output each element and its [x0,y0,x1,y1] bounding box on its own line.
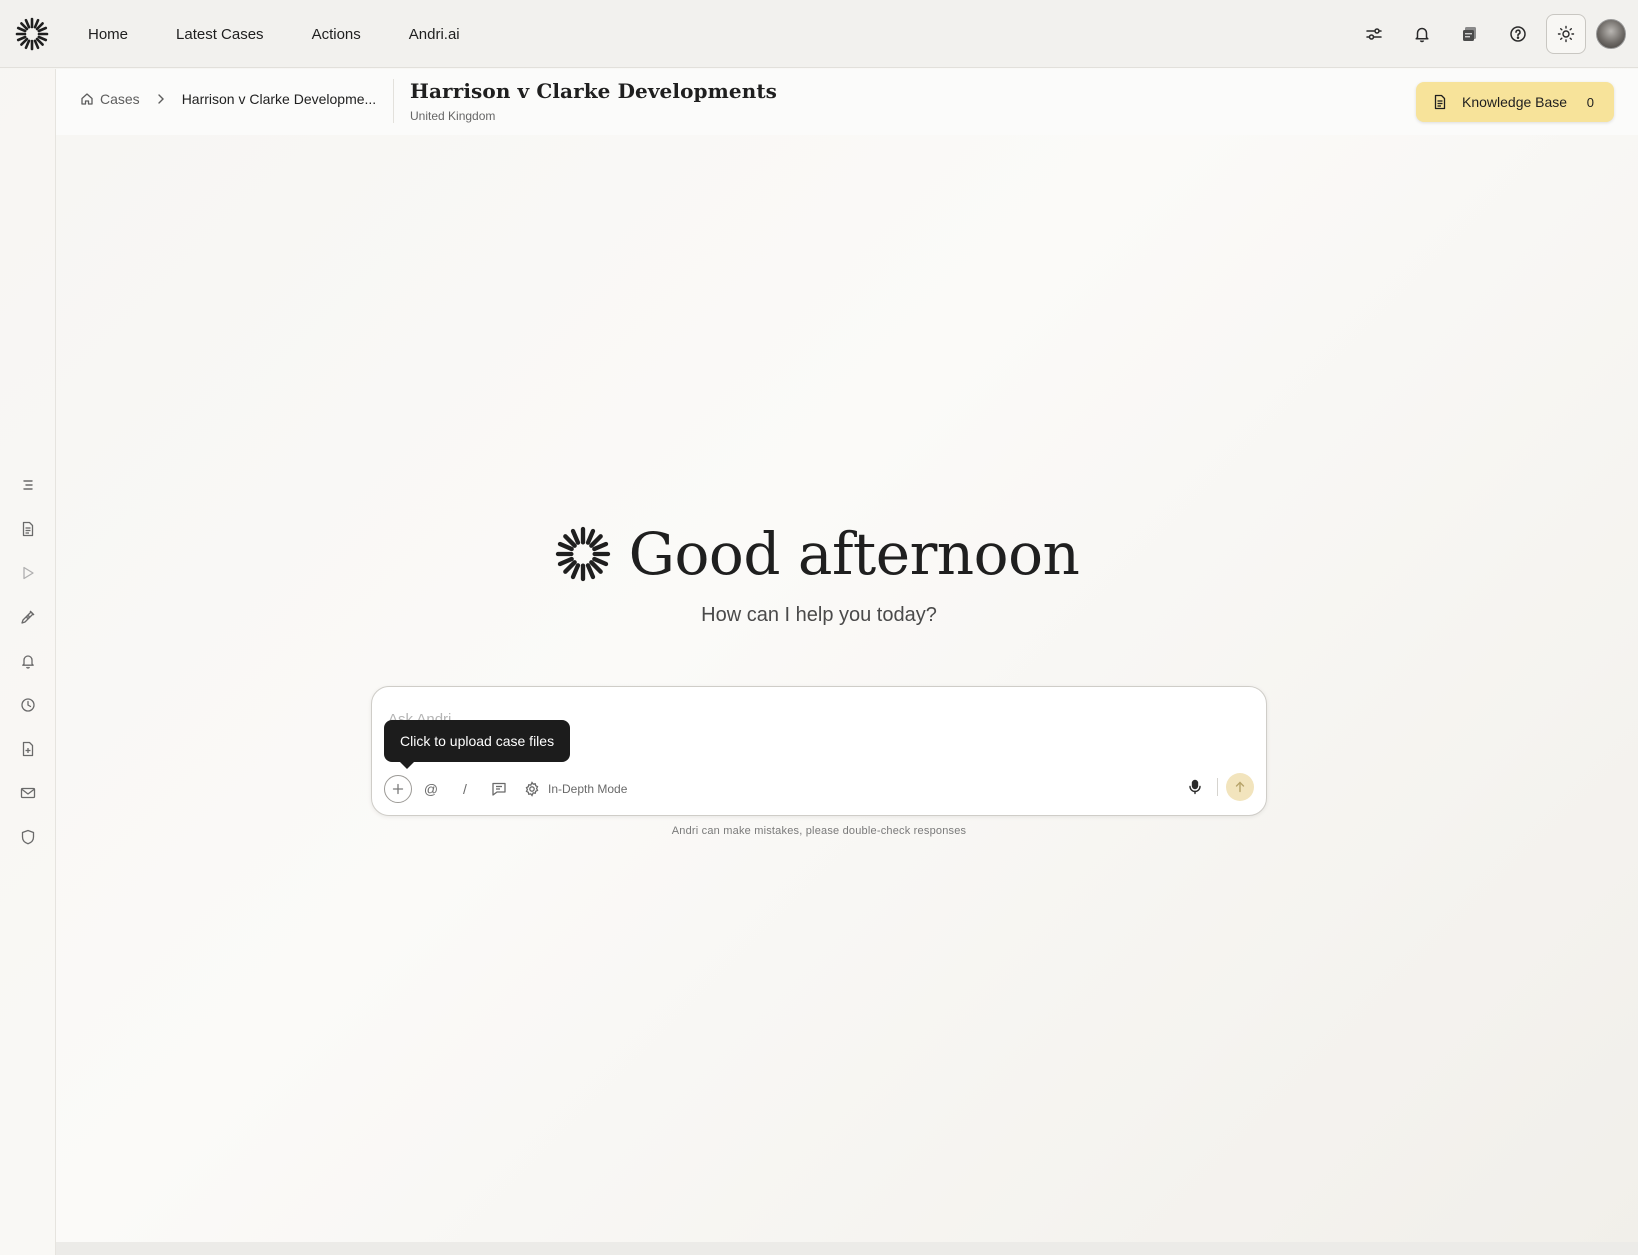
case-header: Cases Harrison v Clarke Developme... Har… [56,69,1638,135]
composer-right-tools [1181,773,1254,801]
microphone-icon [1189,779,1201,795]
disclaimer-text: Andri can make mistakes, please double-c… [671,825,967,837]
file-plus-icon[interactable] [18,739,38,759]
breadcrumb-cases-link[interactable]: Cases [80,91,140,107]
composer-divider [1217,778,1218,796]
top-nav-bar: Home Latest Cases Actions Andri.ai [0,0,1638,68]
slash-command-button[interactable]: / [450,774,480,804]
main-nav: Home Latest Cases Actions Andri.ai [88,0,508,68]
nav-actions[interactable]: Actions [312,26,361,43]
send-button[interactable] [1226,773,1254,801]
bell-icon[interactable] [18,651,38,671]
nav-andri-ai[interactable]: Andri.ai [409,26,460,43]
breadcrumb-cases-label: Cases [100,91,140,107]
nav-latest-cases[interactable]: Latest Cases [176,26,264,43]
knowledge-base-count: 0 [1586,94,1594,110]
bell-icon[interactable] [1402,14,1442,54]
knowledge-base-label: Knowledge Base [1462,94,1568,110]
greeting-subtitle: How can I help you today? [701,604,937,626]
mail-icon[interactable] [18,783,38,803]
upload-plus-button[interactable] [384,775,412,803]
list-icon[interactable] [18,475,38,495]
left-rail [0,69,56,1255]
upload-tooltip: Click to upload case files [384,720,571,769]
case-title: Harrison v Clarke Developments [410,79,778,103]
message-square-icon [492,782,506,796]
arrow-up-icon [1235,781,1245,793]
composer-tools: @ / In-Depth Mode [384,774,627,804]
in-depth-mode-label: In-Depth Mode [548,782,628,796]
greeting: Good afternoon [0,520,1638,588]
header-divider [393,79,394,123]
nav-home[interactable]: Home [88,26,128,43]
mention-button[interactable]: @ [416,774,446,804]
prompt-library-button[interactable] [484,774,514,804]
case-jurisdiction: United Kingdom [410,109,496,123]
bottom-edge [56,1242,1638,1255]
settings-gear-icon [525,781,539,797]
greeting-title: Good afternoon [628,520,1080,588]
home-icon [81,93,93,105]
chevron-right-icon [156,93,166,105]
sun-icon[interactable] [1546,14,1586,54]
in-depth-mode-toggle[interactable]: In-Depth Mode [524,781,627,797]
andri-logo-icon[interactable] [14,16,50,52]
inbox-stack-icon[interactable] [1450,14,1490,54]
breadcrumb: Cases Harrison v Clarke Developme... [80,91,376,107]
andri-logo-icon [555,526,610,582]
user-avatar[interactable] [1596,19,1626,49]
plus-icon [392,783,404,795]
document-icon [1434,94,1446,110]
sliders-icon[interactable] [1354,14,1394,54]
knowledge-base-button[interactable]: Knowledge Base 0 [1416,82,1614,122]
breadcrumb-current: Harrison v Clarke Developme... [181,91,377,107]
clock-icon[interactable] [18,695,38,715]
help-circle-icon[interactable] [1498,14,1538,54]
top-icon-group [1346,14,1626,54]
microphone-button[interactable] [1181,773,1209,801]
